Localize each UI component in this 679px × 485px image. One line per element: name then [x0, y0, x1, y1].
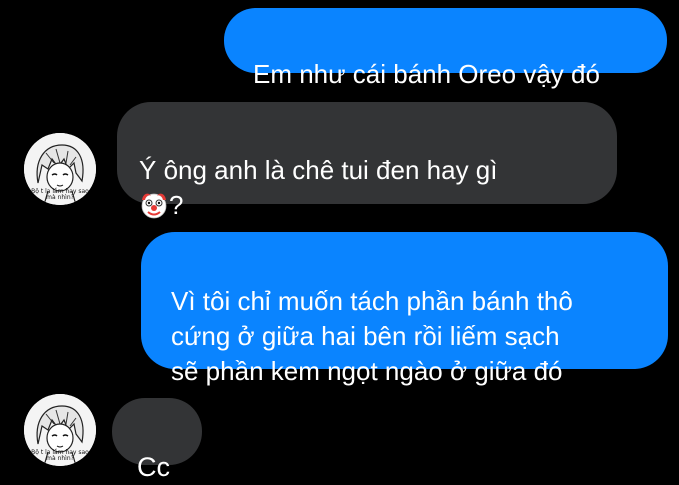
outgoing-message[interactable]: Em như cái bánh Oreo vậy đó — [224, 8, 667, 89]
message-text: Cc — [137, 452, 170, 482]
message-text: Vì tôi chỉ muốn tách phần bánh thô cứng … — [171, 286, 573, 386]
message-suffix: ? — [169, 190, 184, 220]
outgoing-message[interactable]: Vì tôi chỉ muốn tách phần bánh thô cứng … — [141, 232, 668, 386]
message-text: Ý ông anh là chê tui đen hay gì — [139, 155, 498, 185]
avatar-caption: Bộ t lạ lắm hay sao mà nhìn? — [31, 188, 89, 201]
contact-avatar[interactable]: Bộ t lạ lắm hay sao mà nhìn? — [24, 394, 96, 466]
message-text: Em như cái bánh Oreo vậy đó — [253, 59, 600, 89]
avatar-caption: Bộ t lạ lắm hay sao mà nhìn? — [31, 449, 89, 462]
contact-avatar[interactable]: Bộ t lạ lắm hay sao mà nhìn? — [24, 133, 96, 205]
incoming-message[interactable]: Cc — [112, 398, 202, 482]
clown-face-icon — [139, 190, 169, 229]
incoming-message[interactable]: Ý ông anh là chê tui đen hay gì ? — [117, 102, 617, 220]
